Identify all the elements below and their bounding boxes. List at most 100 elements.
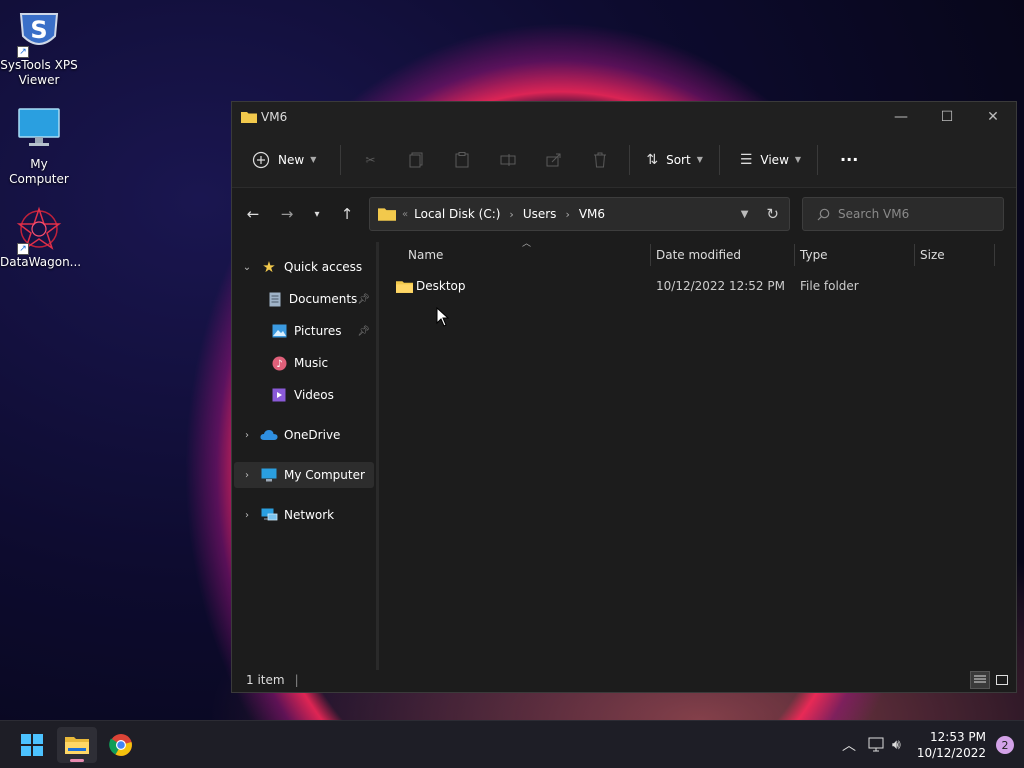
nav-network[interactable]: › Network [234,502,374,528]
monitor-icon [260,467,278,483]
pin-icon[interactable]: 📌︎ [357,294,370,305]
item-count: 1 item [246,673,285,687]
up-button[interactable]: ↑ [332,199,362,229]
new-button[interactable]: New ▼ [246,143,322,177]
view-button[interactable]: ☰ View ▼ [734,143,807,177]
chevron-right-icon[interactable]: › [565,208,569,221]
column-header-type[interactable]: Type [800,242,828,268]
copy-icon[interactable] [393,143,439,177]
nav-music[interactable]: ♪ Music [234,350,374,376]
address-bar[interactable]: « Local Disk (C:) › Users › VM6 ▼ ↻ [369,197,790,231]
column-divider[interactable] [650,244,651,266]
minimize-button[interactable]: — [878,102,924,132]
desktop-icon-my-computer[interactable]: My Computer [0,107,78,187]
column-divider[interactable] [914,244,915,266]
clock-date: 10/12/2022 [916,746,986,760]
new-label: New [278,152,305,167]
breadcrumb-users[interactable]: Users [523,207,557,221]
column-label: Name [408,248,444,262]
systools-logo-icon: S ↗ [15,8,63,58]
volume-icon[interactable]: 🔊︎ [892,737,901,753]
nav-label: Pictures [294,324,342,338]
delete-icon[interactable] [577,143,623,177]
clock[interactable]: 12:53 PM 10/12/2022 [917,729,986,761]
desktop-icon-systools[interactable]: S ↗ SysTools XPS Viewer [0,8,78,88]
nav-my-computer[interactable]: › My Computer [234,462,374,488]
refresh-icon[interactable]: ↻ [766,205,779,223]
column-label: Type [800,248,828,262]
chevron-right-icon[interactable]: › [234,470,260,481]
sort-ascending-icon: ︿ [522,239,532,249]
chrome-taskbar-button[interactable] [101,727,141,763]
breadcrumb-vm6[interactable]: VM6 [579,207,605,221]
nav-documents[interactable]: Documents 📌︎ [234,286,374,312]
chevron-down-icon: ▼ [794,155,802,164]
back-button[interactable]: ← [238,199,268,229]
chevron-right-icon[interactable]: › [234,430,260,441]
system-tray: ︿ 🔊︎ 12:53 PM 10/12/2022 2 [842,721,1024,768]
status-bar: 1 item | [232,668,1016,692]
network-status-icon[interactable] [868,737,886,753]
desktop-icon-label: My Computer [9,157,69,186]
sort-button[interactable]: ⇅ Sort ▼ [640,143,709,177]
toolbar-divider [817,144,819,175]
column-header-name[interactable]: Name [408,242,443,268]
chevron-right-icon[interactable]: › [234,510,260,521]
desktop-icon-datawagon[interactable]: ↗ DataWagon... [0,205,81,270]
address-dropdown-icon[interactable]: ▼ [741,209,749,220]
tiles-view-icon[interactable] [992,671,1012,689]
monitor-icon [15,107,63,155]
nav-videos[interactable]: Videos [234,382,374,408]
column-divider[interactable] [994,244,995,266]
more-options-button[interactable]: ··· [834,143,864,177]
close-button[interactable]: ✕ [970,102,1016,132]
search-box[interactable] [802,197,1004,231]
file-list: ︿ Name Date modified Type Size Desktop 1… [382,239,1012,670]
clock-time: 12:53 PM [930,730,986,744]
toolbar-divider [340,144,342,175]
maximize-button[interactable]: ☐ [924,102,970,132]
folder-icon [241,112,257,123]
svg-text:♪: ♪ [276,359,282,370]
nav-onedrive[interactable]: › OneDrive [234,422,374,448]
chevron-right-icon[interactable]: › [509,208,513,221]
chevron-down-icon[interactable]: ⌄ [234,262,260,273]
paste-icon[interactable] [439,143,485,177]
recent-locations-button[interactable]: ▾ [302,199,332,229]
folder-icon [396,280,413,293]
file-explorer-taskbar-button[interactable] [57,727,97,763]
title-bar[interactable]: VM6 — ☐ ✕ [232,102,1016,132]
cut-icon[interactable]: ✂ [347,143,393,177]
breadcrumb-local-disk[interactable]: Local Disk (C:) [414,207,500,221]
pin-icon[interactable]: 📌︎ [357,326,370,337]
column-header-size[interactable]: Size [920,242,945,268]
show-hidden-icons-icon[interactable]: ︿ [842,735,856,755]
rename-icon[interactable] [485,143,531,177]
cloud-icon [260,427,278,443]
network-icon [260,507,278,523]
nav-pictures[interactable]: Pictures 📌︎ [234,318,374,344]
file-row[interactable]: Desktop 10/12/2022 12:52 PM File folder [394,274,1004,298]
file-explorer-window: VM6 — ☐ ✕ New ▼ ✂ ⇅ Sort ▼ ☰ View ▼ ··· … [231,101,1017,693]
pane-splitter[interactable] [376,242,379,670]
nav-quick-access[interactable]: ⌄ ★ Quick access [234,254,374,280]
nav-label: Quick access [284,260,363,274]
window-title: VM6 [261,110,288,124]
search-input[interactable] [838,207,988,221]
column-header-date[interactable]: Date modified [656,242,741,268]
music-icon: ♪ [270,355,288,371]
column-divider[interactable] [794,244,795,266]
mouse-cursor-icon [436,307,450,327]
file-name: Desktop [416,279,466,293]
share-icon[interactable] [531,143,577,177]
details-view-icon[interactable] [970,671,990,689]
view-toggle [970,671,1012,689]
sort-icon: ⇅ [646,151,659,168]
notification-badge[interactable]: 2 [996,736,1014,754]
nav-label: Network [284,508,335,522]
forward-button[interactable]: → [272,199,302,229]
nav-label: Documents [288,292,358,306]
overflow-breadcrumb[interactable]: « [402,209,408,220]
nav-label: Videos [294,388,334,402]
start-button[interactable] [12,727,52,763]
